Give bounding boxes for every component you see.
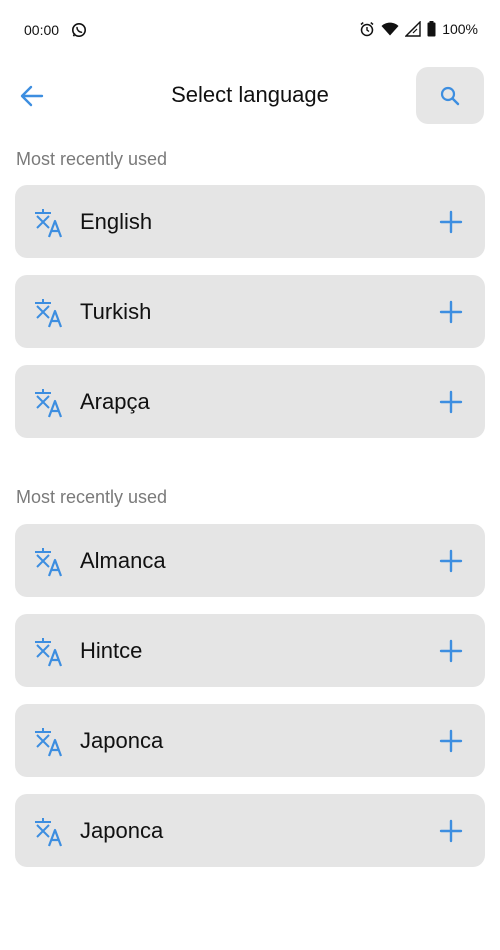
language-item[interactable]: English <box>15 185 485 258</box>
language-label: Turkish <box>80 298 152 324</box>
translate-icon <box>35 728 63 757</box>
plus-icon[interactable] <box>439 729 463 753</box>
language-label: Japonca <box>80 727 164 753</box>
language-list-recent-2: Almanca Hintce Japonca Japonca <box>15 524 485 867</box>
language-item[interactable]: Arapça <box>15 365 485 438</box>
header: Select language <box>0 66 500 126</box>
alarm-icon <box>360 22 374 37</box>
section-header-recent-2: Most recently used <box>16 487 168 507</box>
language-label: Hintce <box>80 637 143 663</box>
plus-icon[interactable] <box>439 210 463 234</box>
translate-icon <box>35 638 63 667</box>
plus-icon[interactable] <box>439 300 463 324</box>
translate-icon <box>35 209 63 238</box>
language-item[interactable]: Turkish <box>15 275 485 348</box>
signal-icon <box>405 21 421 37</box>
language-item[interactable]: Hintce <box>15 614 485 687</box>
language-item[interactable]: Japonca <box>15 704 485 777</box>
plus-icon[interactable] <box>439 639 463 663</box>
whatsapp-icon <box>72 23 86 37</box>
language-item[interactable]: Almanca <box>15 524 485 597</box>
search-icon <box>440 86 460 105</box>
language-label: English <box>80 208 153 234</box>
language-label: Almanca <box>80 547 166 573</box>
language-item[interactable]: Japonca <box>15 794 485 867</box>
plus-icon[interactable] <box>439 819 463 843</box>
translate-icon <box>35 389 63 418</box>
section-header-recent: Most recently used <box>16 149 168 169</box>
status-bar: 00:00 100% <box>0 0 500 62</box>
search-button[interactable] <box>416 67 484 124</box>
language-label: Arapça <box>80 388 150 414</box>
status-icons: 100% <box>359 21 478 37</box>
translate-icon <box>35 548 63 577</box>
plus-icon[interactable] <box>439 390 463 414</box>
battery-percentage: 100% <box>442 21 478 37</box>
wifi-icon <box>381 22 399 36</box>
language-label: Japonca <box>80 817 164 843</box>
translate-icon <box>35 818 63 847</box>
language-list-recent: English Turkish Arapça <box>15 185 485 438</box>
translate-icon <box>35 299 63 328</box>
plus-icon[interactable] <box>439 549 463 573</box>
battery-icon <box>427 21 436 37</box>
status-time: 00:00 <box>24 22 60 38</box>
